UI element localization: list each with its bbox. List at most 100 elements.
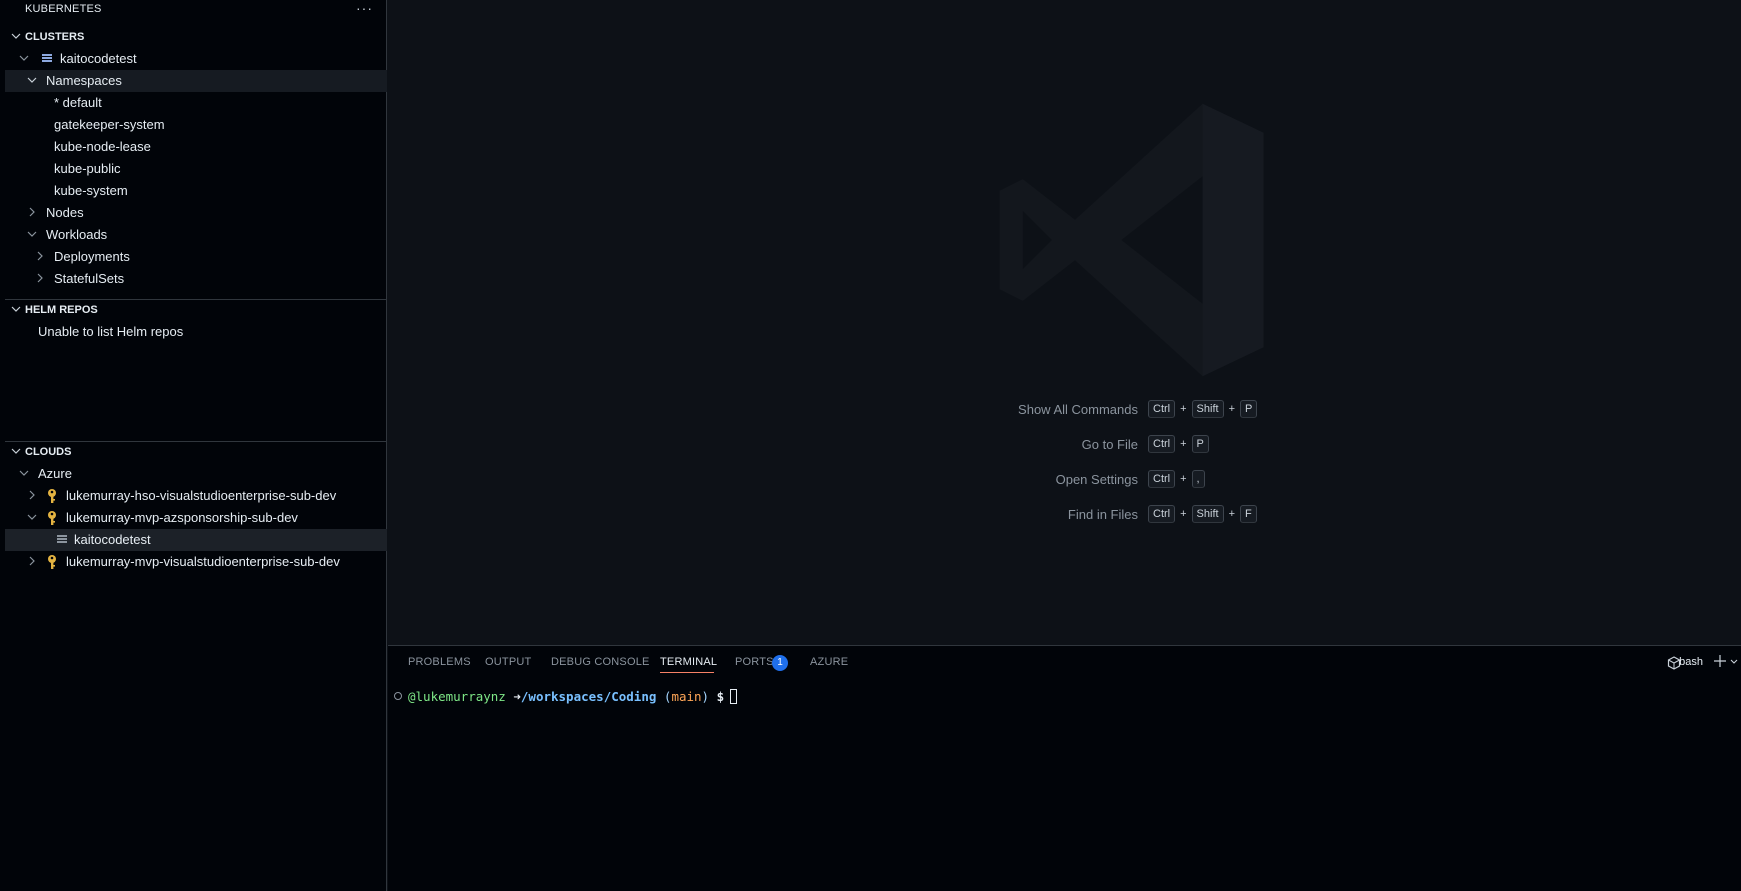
tree-item-deployments[interactable]: Deployments <box>5 246 387 268</box>
namespace-label: kube-system <box>54 183 128 198</box>
chevron-down-icon <box>10 30 22 42</box>
subscription-label: lukemurray-mvp-visualstudioenterprise-su… <box>66 554 340 569</box>
key-cap: Ctrl <box>1148 505 1176 523</box>
tab-debug-console[interactable]: DEBUG CONSOLE <box>551 656 650 668</box>
cluster-icon <box>55 532 69 546</box>
cluster-name: kaitocodetest <box>60 51 137 66</box>
key-cap: Ctrl <box>1148 400 1176 418</box>
clusters-label: CLUSTERS <box>25 31 85 43</box>
tree-item-workloads[interactable]: Workloads <box>5 224 387 246</box>
tree-item-subscription[interactable]: lukemurray-mvp-azsponsorship-sub-dev <box>5 507 387 529</box>
prompt-branch: main <box>671 689 702 704</box>
bottom-panel: PROBLEMS OUTPUT DEBUG CONSOLE TERMINAL P… <box>388 645 1741 891</box>
more-actions-icon[interactable]: ··· <box>356 0 373 16</box>
helm-message-row: Unable to list Helm repos <box>5 321 387 343</box>
key-cap: Shift <box>1191 505 1224 523</box>
deployments-label: Deployments <box>54 249 130 264</box>
key-icon <box>45 488 59 504</box>
tree-item-subscription[interactable]: lukemurray-mvp-visualstudioenterprise-su… <box>5 551 387 573</box>
chevron-down-icon <box>26 228 38 240</box>
vscode-logo-watermark <box>988 95 1278 385</box>
helm-message: Unable to list Helm repos <box>38 324 184 339</box>
key-cap: F <box>1240 505 1257 523</box>
shortcut-go-to-file[interactable]: Go to File Ctrl + P <box>388 435 1741 455</box>
active-tab-indicator <box>660 672 714 673</box>
tree-item-subscription[interactable]: lukemurray-hso-visualstudioenterprise-su… <box>5 485 387 507</box>
cloud-cluster-label: kaitocodetest <box>74 532 151 547</box>
tree-item-namespace[interactable]: * default <box>5 92 387 114</box>
shell-name[interactable]: bash <box>1679 656 1703 668</box>
tree-item-namespace[interactable]: kube-public <box>5 158 387 180</box>
namespaces-label: Namespaces <box>46 73 122 88</box>
tab-azure[interactable]: AZURE <box>810 656 848 668</box>
keybinding: Ctrl + Shift + P <box>1148 400 1258 418</box>
shortcut-find-in-files[interactable]: Find in Files Ctrl + Shift + F <box>388 505 1741 525</box>
add-terminal-icon[interactable] <box>1713 654 1727 668</box>
shortcut-show-all-commands[interactable]: Show All Commands Ctrl + Shift + P <box>388 400 1741 420</box>
key-cap: Ctrl <box>1148 435 1176 453</box>
kubernetes-sidebar: KUBERNETES ··· CLUSTERS kaitocodetest Na… <box>0 0 387 891</box>
clusters-section-header[interactable]: CLUSTERS <box>0 27 387 49</box>
tree-item-nodes[interactable]: Nodes <box>5 202 387 224</box>
helm-repos-label: HELM REPOS <box>25 304 98 316</box>
chevron-down-icon <box>26 511 38 523</box>
shortcut-label: Open Settings <box>1055 472 1138 487</box>
key-cap: P <box>1191 435 1209 453</box>
tree-item-namespace[interactable]: kube-node-lease <box>5 136 387 158</box>
prompt-symbol: $ <box>716 689 725 704</box>
shortcut-open-settings[interactable]: Open Settings Ctrl + , <box>388 470 1741 490</box>
tree-item-namespace[interactable]: kube-system <box>5 180 387 202</box>
key-icon <box>45 510 59 526</box>
shortcut-label: Show All Commands <box>1018 402 1138 417</box>
prompt-arrow: ➜ <box>513 689 521 704</box>
terminal-prompt-line[interactable]: @lukemurraynz ➜/workspaces/Coding (main)… <box>394 689 738 704</box>
command-status-icon <box>394 692 402 700</box>
terminal-cursor <box>730 689 738 704</box>
namespace-label: kube-public <box>54 161 121 176</box>
namespace-label: * default <box>54 95 102 110</box>
tree-item-cluster[interactable]: kaitocodetest <box>5 48 387 70</box>
namespace-label: kube-node-lease <box>54 139 151 154</box>
clouds-section-header[interactable]: CLOUDS <box>0 442 387 464</box>
cluster-icon <box>40 51 54 65</box>
sidebar-header: KUBERNETES ··· <box>0 0 387 22</box>
helm-section-header[interactable]: HELM REPOS <box>0 300 387 322</box>
statefulsets-label: StatefulSets <box>54 271 125 286</box>
nodes-label: Nodes <box>46 205 84 220</box>
namespace-label: gatekeeper-system <box>54 117 165 132</box>
tree-item-cloud-cluster[interactable]: kaitocodetest <box>5 529 387 551</box>
chevron-right-icon <box>26 489 38 501</box>
chevron-down-icon[interactable] <box>1729 657 1739 667</box>
ports-count-badge: 1 <box>772 655 788 671</box>
key-cap: Ctrl <box>1148 470 1176 488</box>
keybinding: Ctrl + Shift + F <box>1148 505 1257 523</box>
tree-item-statefulsets[interactable]: StatefulSets <box>5 268 387 290</box>
chevron-right-icon <box>34 272 46 284</box>
tree-item-azure[interactable]: Azure <box>5 463 387 485</box>
shortcut-label: Go to File <box>1081 437 1138 452</box>
shortcut-label: Find in Files <box>1067 507 1138 522</box>
tab-terminal[interactable]: TERMINAL <box>660 656 717 668</box>
chevron-right-icon <box>26 206 38 218</box>
tree-item-namespace[interactable]: gatekeeper-system <box>5 114 387 136</box>
subscription-label: lukemurray-mvp-azsponsorship-sub-dev <box>66 510 298 525</box>
tree-item-namespaces[interactable]: Namespaces <box>5 70 387 92</box>
chevron-right-icon <box>34 250 46 262</box>
tab-output[interactable]: OUTPUT <box>485 656 531 668</box>
key-cap: Shift <box>1191 400 1224 418</box>
prompt-user: @lukemurraynz <box>408 689 506 704</box>
tab-ports[interactable]: PORTS <box>735 656 774 668</box>
keybinding: Ctrl + , <box>1148 470 1205 488</box>
key-cap: P <box>1240 400 1258 418</box>
subscription-label: lukemurray-hso-visualstudioenterprise-su… <box>66 488 337 503</box>
prompt-path: /workspaces/Coding <box>520 689 657 704</box>
key-cap: , <box>1191 470 1205 488</box>
keybinding: Ctrl + P <box>1148 435 1209 453</box>
workloads-label: Workloads <box>46 227 108 242</box>
key-icon <box>45 554 59 570</box>
chevron-down-icon <box>18 52 30 64</box>
chevron-down-icon <box>26 74 38 86</box>
azure-label: Azure <box>38 466 72 481</box>
chevron-down-icon <box>18 467 30 479</box>
tab-problems[interactable]: PROBLEMS <box>408 656 471 668</box>
